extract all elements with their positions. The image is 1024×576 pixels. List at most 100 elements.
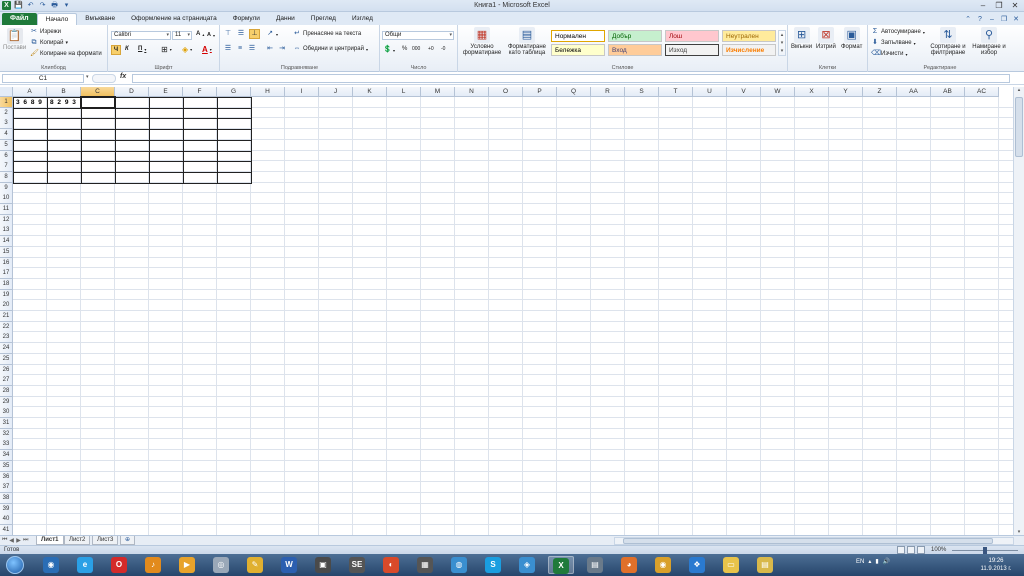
tab-formulas[interactable]: Формули xyxy=(225,13,268,25)
align-left-button[interactable]: ☰ xyxy=(224,45,232,53)
column-header-o[interactable]: O xyxy=(489,87,523,97)
cell-a1[interactable]: 3 6 8 9 xyxy=(14,98,43,108)
clear-button[interactable]: ⌫ Изчисти ▾ xyxy=(871,50,907,58)
tab-page-layout[interactable]: Оформление на страницата xyxy=(123,13,225,25)
first-sheet-icon[interactable]: ⏮ xyxy=(2,537,7,544)
help-icon[interactable]: ? xyxy=(976,16,984,23)
formula-input[interactable] xyxy=(132,74,1010,83)
style-output[interactable]: Изход xyxy=(665,44,719,56)
row-header-15[interactable]: 15 xyxy=(0,246,13,258)
page-break-view-icon[interactable] xyxy=(917,546,925,554)
row-header-39[interactable]: 39 xyxy=(0,503,13,515)
start-button[interactable] xyxy=(6,556,24,574)
underline-button[interactable]: П ▾ xyxy=(138,46,146,52)
row-header-37[interactable]: 37 xyxy=(0,482,13,494)
style-input[interactable]: Вход xyxy=(608,44,662,56)
formula-cancel-enter[interactable] xyxy=(92,74,116,83)
row-header-16[interactable]: 16 xyxy=(0,257,13,269)
style-good[interactable]: Добър xyxy=(608,30,662,42)
shrink-font-button[interactable]: A ▾ xyxy=(207,32,215,38)
last-sheet-icon[interactable]: ⏭ xyxy=(23,537,28,544)
row-header-11[interactable]: 11 xyxy=(0,204,13,215)
folder-icon[interactable]: ▭ xyxy=(718,556,744,574)
opera-icon[interactable]: O xyxy=(106,556,132,574)
tab-review[interactable]: Преглед xyxy=(303,13,344,25)
column-header-w[interactable]: W xyxy=(761,87,795,97)
percent-button[interactable]: % xyxy=(402,46,407,52)
cd-burner-icon[interactable]: ◐ xyxy=(378,556,404,574)
volume-icon[interactable]: 🔊 xyxy=(883,558,890,565)
globe-icon[interactable]: ◍ xyxy=(446,556,472,574)
style-bad[interactable]: Лош xyxy=(665,30,719,42)
borders-button[interactable]: ⊞ ▾ xyxy=(161,45,172,54)
styles-scroll[interactable]: ▴ ▾ ▾ xyxy=(778,30,786,56)
skype-icon[interactable]: S xyxy=(480,556,506,574)
row-header-12[interactable]: 12 xyxy=(0,214,13,226)
column-header-x[interactable]: X xyxy=(795,87,829,97)
bold-button[interactable]: Ч xyxy=(111,45,121,55)
row-header-40[interactable]: 40 xyxy=(0,514,13,526)
row-header-19[interactable]: 19 xyxy=(0,289,13,301)
insert-cells-button[interactable]: ⊞ Вмъкни xyxy=(791,27,812,50)
style-normal[interactable]: Нормален xyxy=(551,30,605,42)
chrome2-icon[interactable]: ◉ xyxy=(650,556,676,574)
row-header-30[interactable]: 30 xyxy=(0,407,13,419)
tab-home[interactable]: Начало xyxy=(36,13,78,25)
page-layout-view-icon[interactable] xyxy=(907,546,915,554)
orientation-button[interactable]: ↗ ▾ xyxy=(266,30,278,38)
font-color-button[interactable]: A ▾ xyxy=(202,45,212,54)
workbook-restore-button[interactable]: ❐ xyxy=(1000,15,1008,23)
column-header-y[interactable]: Y xyxy=(829,87,863,97)
tab-view[interactable]: Изглед xyxy=(344,13,381,25)
row-header-13[interactable]: 13 xyxy=(0,225,13,237)
row-header-25[interactable]: 25 xyxy=(0,353,13,365)
row-header-8[interactable]: 8 xyxy=(0,171,13,183)
paste-button[interactable]: 📋 Постави xyxy=(3,28,26,51)
row-header-5[interactable]: 5 xyxy=(0,139,13,151)
column-header-a[interactable]: A xyxy=(13,87,47,97)
align-right-button[interactable]: ☰ xyxy=(248,45,256,53)
row-header-27[interactable]: 27 xyxy=(0,375,13,387)
decrease-indent-button[interactable]: ⇤ xyxy=(266,45,274,53)
clock[interactable]: 19:26 11.9.2013 г. xyxy=(976,557,1016,573)
row-header-18[interactable]: 18 xyxy=(0,278,13,290)
row-header-34[interactable]: 34 xyxy=(0,450,13,462)
increase-decimal-button[interactable]: +0 xyxy=(428,46,434,52)
column-header-f[interactable]: F xyxy=(183,87,217,97)
butterfly-icon[interactable]: ❖ xyxy=(684,556,710,574)
row-header-41[interactable]: 41 xyxy=(0,525,13,535)
format-as-table-button[interactable]: ▤ Форматиране като таблица xyxy=(506,27,548,56)
style-neutral[interactable]: Неутрален xyxy=(722,30,776,42)
firefox-icon[interactable]: ◕ xyxy=(616,556,642,574)
insert-function-icon[interactable]: fx xyxy=(120,73,126,80)
row-header-10[interactable]: 10 xyxy=(0,193,13,205)
font-name-combo[interactable]: Calibri ▾ xyxy=(111,31,171,40)
column-header-j[interactable]: J xyxy=(319,87,353,97)
column-header-z[interactable]: Z xyxy=(863,87,897,97)
next-sheet-icon[interactable]: ▶ xyxy=(16,537,21,544)
word-icon[interactable]: W xyxy=(276,556,302,574)
chrome-icon[interactable]: ◉ xyxy=(38,556,64,574)
currency-button[interactable]: 💲 ▾ xyxy=(383,46,395,54)
column-header-m[interactable]: M xyxy=(421,87,455,97)
row-header-14[interactable]: 14 xyxy=(0,236,13,248)
pen-icon[interactable]: ✎ xyxy=(242,556,268,574)
spreadsheet-grid[interactable]: A B C D E F G H I J K L M N O P Q R S T U V W X Y Z AA AB AC 1234567… xyxy=(0,87,1013,535)
row-header-36[interactable]: 36 xyxy=(0,471,13,483)
zoom-slider-knob[interactable] xyxy=(983,547,987,554)
row-header-3[interactable]: 3 xyxy=(0,118,13,130)
close-button[interactable]: ✕ xyxy=(1010,0,1020,11)
name-box-dropdown-icon[interactable]: ▾ xyxy=(86,74,89,80)
column-header-ab[interactable]: AB xyxy=(931,87,965,97)
compass-icon[interactable]: ◈ xyxy=(514,556,540,574)
format-painter-button[interactable]: 🖌 Копиране на формати xyxy=(30,50,102,58)
column-header-aa[interactable]: AA xyxy=(897,87,931,97)
tab-insert[interactable]: Вмъкване xyxy=(77,13,123,25)
tray-arrow-icon[interactable]: ▴ xyxy=(868,558,871,565)
workbook-close-button[interactable]: ✕ xyxy=(1012,15,1020,23)
row-header-23[interactable]: 23 xyxy=(0,332,13,344)
row-header-6[interactable]: 6 xyxy=(0,150,13,162)
workbook-minimize-button[interactable]: – xyxy=(988,16,996,23)
zoom-slider[interactable] xyxy=(952,547,1018,554)
restore-button[interactable]: ❐ xyxy=(994,0,1004,11)
